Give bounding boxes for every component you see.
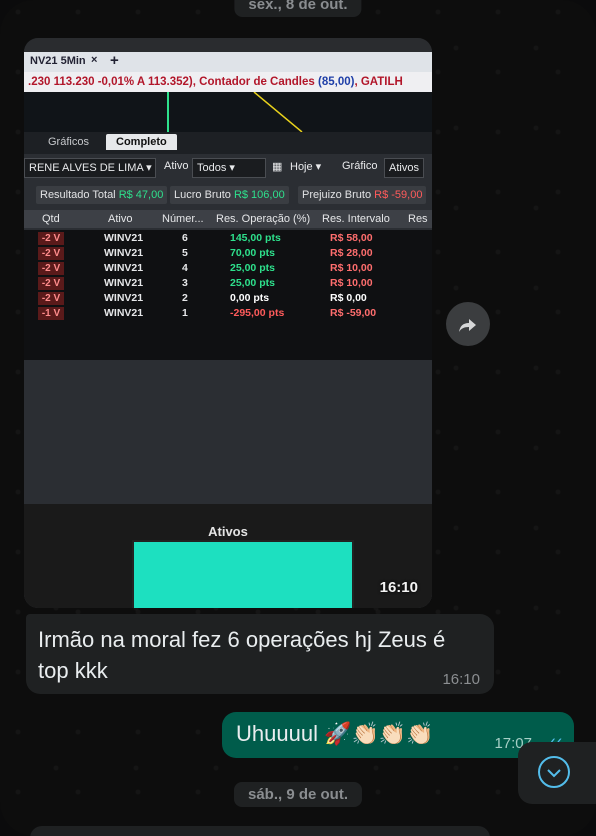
period-select: Hoje ▾ [290,161,322,173]
prejuizo-value: R$ -59,00 [374,189,423,201]
cell-ativo: WINV21 [104,247,144,259]
table-row: -2 V WINV21 5 70,00 pts R$ 28,00 [24,247,432,262]
ativos-button: Ativos [384,158,424,178]
cell-numero: 2 [182,292,188,304]
calendar-icon: ▦ [272,161,283,173]
cell-qtd: -2 V [38,232,64,245]
prejuizo-label: Prejuizo Bruto [302,189,372,201]
cell-res-intervalo: R$ 10,00 [330,277,373,289]
photo-filter-bar: RENE ALVES DE LIMA ▾ Ativo Todos ▾ ▦ Hoj… [24,156,432,180]
cell-numero: 1 [182,307,188,319]
trading-screenshot-photo: NV21 5Min × + .230 113.230 -0,01% A 113.… [24,38,432,608]
cell-ativo: WINV21 [104,277,144,289]
message-text: Irmão na moral fez 6 operações hj Zeus é… [38,627,446,683]
cell-res-operacao: -295,00 pts [230,307,285,319]
photo-tab-bar: NV21 5Min × + [24,52,432,72]
table-row: -1 V WINV21 1 -295,00 pts R$ -59,00 [24,307,432,322]
ativo-value: Todos [197,162,227,174]
photo-chart-lines [167,91,303,133]
th-res: Res [408,213,428,225]
photo-tab-plus: + [110,52,119,69]
photo-tab-label: NV21 5Min [30,55,86,67]
cell-res-operacao: 70,00 pts [230,247,275,259]
resultado-value: R$ 47,00 [118,189,164,201]
grafico-label: Gráfico [342,160,378,172]
date-divider: sex., 8 de out. [234,0,362,17]
cell-qtd: -2 V [38,247,64,260]
cell-numero: 3 [182,277,188,289]
cell-ativo: WINV21 [104,292,144,304]
subtab-graficos: Gráficos [48,136,89,148]
photo-tab-close: × [91,54,98,66]
lucro-value: R$ 106,00 [233,189,285,201]
cell-qtd: -2 V [38,292,64,305]
cell-ativo: WINV21 [104,262,144,274]
forward-arrow-glyph [459,318,476,332]
table-row: -2 V WINV21 6 145,00 pts R$ 58,00 [24,232,432,247]
ticker-text-1: .230 113.230 -0,01% A 113.352), Contador… [28,76,318,88]
cell-qtd: -2 V [38,262,64,275]
cell-res-intervalo: R$ -59,00 [330,307,377,319]
photo-summary: Resultado Total R$ 47,00 Lucro Bruto R$ … [24,184,432,206]
th-numero: Númer... [162,213,204,225]
cell-res-operacao: 25,00 pts [230,277,275,289]
table-row: -2 V WINV21 2 0,00 pts R$ 0,00 [24,292,432,307]
ticker-text-3: , GATILH [354,76,403,88]
ativo-label: Ativo [164,160,189,172]
th-res-operacao: Res. Operação (%) [216,213,311,225]
photo-table-body: -2 V WINV21 6 145,00 pts R$ 58,00 -2 V WINV21 5… [24,230,432,360]
message-text: Uhuuuul 🚀👏🏻👏🏻👏🏻 [236,721,434,746]
period-value: Hoje [290,161,313,173]
photo-chart-area [24,91,432,133]
forward-arrow-icon[interactable] [446,302,490,346]
ticker-text-2: (85,00) [318,76,355,88]
message-time: 16:10 [442,671,480,688]
lucro-label: Lucro Bruto [174,189,231,201]
chat-background: sex., 8 de out. NV21 5Min × + .230 113.2… [0,0,596,836]
lucro-bruto: Lucro Bruto R$ 106,00 [170,186,289,204]
message-time: 16:10 [379,579,418,596]
photo-ticker: .230 113.230 -0,01% A 113.352), Contador… [24,72,432,92]
date-divider: sáb., 9 de out. [233,782,363,807]
cell-qtd: -2 V [38,277,64,290]
cell-res-intervalo: R$ 58,00 [330,232,373,244]
cell-res-operacao: 25,00 pts [230,262,275,274]
cell-res-intervalo: R$ 0,00 [330,292,367,304]
ativo-select: Todos ▾ [192,158,266,178]
resultado-total: Resultado Total R$ 47,00 [36,186,168,204]
photo-panel: Gráficos Completo RENE ALVES DE LIMA ▾ A… [24,132,432,608]
next-message-edge [30,826,490,836]
resultado-label: Resultado Total [40,189,116,201]
photo-bottom-title: Ativos [208,524,248,539]
cell-res-intervalo: R$ 28,00 [330,247,373,259]
scroll-to-bottom-button[interactable] [518,742,596,804]
cell-numero: 4 [182,262,188,274]
image-message[interactable]: NV21 5Min × + .230 113.230 -0,01% A 113.… [24,38,432,608]
th-ativo: Ativo [108,213,133,225]
photo-teal-block [132,540,354,608]
cell-numero: 5 [182,247,188,259]
account-name: RENE ALVES DE LIMA [29,162,144,174]
incoming-message[interactable]: Irmão na moral fez 6 operações hj Zeus é… [26,614,494,694]
chevron-glyph [547,769,561,778]
chevron-down-icon [538,756,570,788]
cell-res-operacao: 0,00 pts [230,292,270,304]
cell-numero: 6 [182,232,188,244]
table-row: -2 V WINV21 4 25,00 pts R$ 10,00 [24,262,432,277]
cell-ativo: WINV21 [104,307,144,319]
cell-res-operacao: 145,00 pts [230,232,281,244]
cell-ativo: WINV21 [104,232,144,244]
th-res-intervalo: Res. Intervalo [322,213,390,225]
photo-subtabs: Gráficos Completo [24,132,432,154]
cell-qtd: -1 V [38,307,64,320]
subtab-completo: Completo [106,134,177,150]
photo-bottom-panel: Ativos [24,504,432,608]
account-select: RENE ALVES DE LIMA ▾ [24,158,156,178]
photo-table-header: Qtd Ativo Númer... Res. Operação (%) Res… [24,210,432,228]
cell-res-intervalo: R$ 10,00 [330,262,373,274]
prejuizo-bruto: Prejuizo Bruto R$ -59,00 [298,186,427,204]
th-qtd: Qtd [42,213,60,225]
table-row: -2 V WINV21 3 25,00 pts R$ 10,00 [24,277,432,292]
